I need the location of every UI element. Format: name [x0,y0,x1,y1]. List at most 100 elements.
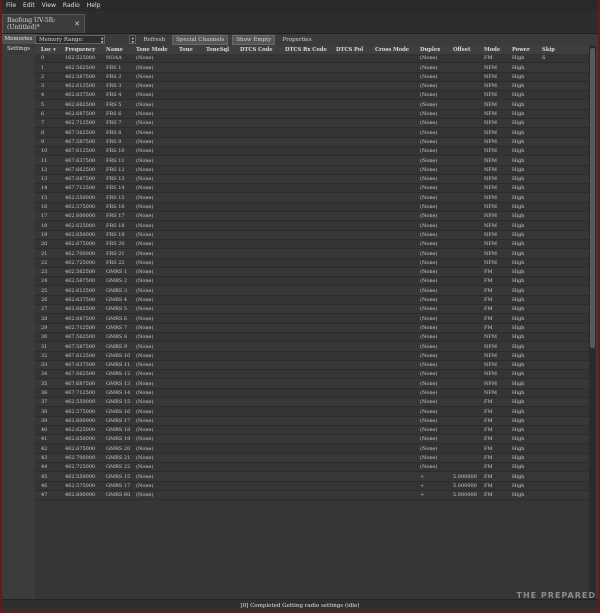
col-power-cell[interactable]: High [512,269,524,275]
table-row[interactable]: 38 462.575000 GMRS 16 (None) (None) FM High [35,407,589,417]
col-loc-cell[interactable]: 15 [41,195,47,201]
col-tone-mode-cell[interactable]: (None) [136,344,153,350]
col-mode-cell[interactable]: FM [484,418,493,424]
col-tone-mode-cell[interactable]: (None) [136,260,153,266]
menu-edit[interactable]: Edit [23,2,35,9]
col-duplex-cell[interactable]: (None) [420,111,437,117]
col-name-cell[interactable]: GMRS 6 [106,316,127,322]
col-tone-mode-cell[interactable]: (None) [136,455,153,461]
table-row[interactable]: 21 462.700000 FRS 21 (None) (None) NFM High [35,249,589,259]
close-icon[interactable]: ✕ [74,20,80,28]
col-frequency-cell[interactable]: 462.687500 [65,111,95,117]
col-offset-cell[interactable]: 5.000000 [453,474,477,480]
col-loc-cell[interactable]: 20 [41,241,47,247]
table-row[interactable]: 26 462.637500 GMRS 4 (None) (None) FM High [35,295,589,306]
col-tone-mode-cell[interactable]: (None) [136,353,153,359]
col-power-cell[interactable]: High [512,474,524,480]
vertical-scrollbar[interactable] [589,46,596,600]
col-duplex-cell[interactable]: (None) [420,74,437,80]
col-frequency-cell[interactable]: 467.562500 [65,334,95,340]
col-tone-mode-cell[interactable]: (None) [136,92,153,98]
table-row[interactable]: 8 467.562500 FRS 8 (None) (None) NFM High [35,128,589,138]
col-tone-mode-cell[interactable]: (None) [136,223,153,229]
col-tone-mode-cell[interactable]: (None) [136,483,153,489]
col-mode-cell[interactable]: FM [484,325,493,331]
col-mode-cell[interactable]: FM [484,427,493,433]
col-loc-cell[interactable]: 37 [41,399,47,405]
col-tone-mode-cell[interactable]: (None) [136,55,153,61]
col-mode-cell[interactable]: FM [484,436,493,442]
col-mode-cell[interactable]: FM [484,409,493,415]
col-frequency-cell[interactable]: 462.700000 [65,455,95,461]
col-name-cell[interactable]: GMRS 60 [106,492,130,498]
table-row[interactable]: 42 462.675000 GMRS 20 (None) (None) FM High [35,444,589,454]
col-power-cell[interactable]: High [512,390,524,396]
col-name-cell[interactable]: GMRS 17 [106,418,130,424]
table-row[interactable]: 17 462.600000 FRS 17 (None) (None) NFM High [35,212,589,222]
col-duplex-cell[interactable]: (None) [420,306,437,312]
col-duplex-cell[interactable]: + [420,474,424,480]
col-name-cell[interactable]: GMRS 11 [106,362,130,368]
col-frequency-cell[interactable]: 462.637500 [65,92,95,98]
col-name-cell[interactable]: GMRS 19 [106,436,130,442]
col-tone-mode-cell[interactable]: (None) [136,278,153,284]
col-name-cell[interactable]: GMRS 15 [106,474,130,480]
table-row[interactable]: 24 462.587500 GMRS 2 (None) (None) FM High [35,277,589,287]
col-tone-mode-cell[interactable]: (None) [136,83,153,89]
table-row[interactable]: 1 462.562500 FRS 1 (None) (None) NFM High [35,63,589,73]
col-loc-cell[interactable]: 26 [41,297,47,303]
col-power-cell[interactable]: High [512,241,524,247]
col-mode-cell[interactable]: NFM [484,130,497,136]
col-name-cell[interactable]: FRS 22 [106,260,125,266]
col-mode-cell[interactable]: NFM [484,371,497,377]
col-duplex-cell[interactable]: (None) [420,223,437,229]
col-name-cell[interactable]: GMRS 10 [106,353,130,359]
table-row[interactable]: 0 162.525000 NOAA (None) (None) FM High S [35,54,589,64]
col-name-cell[interactable]: GMRS 17 [106,483,130,489]
col-frequency-cell[interactable]: 462.550000 [65,474,95,480]
col-tone-mode-cell[interactable]: (None) [136,446,153,452]
col-name-cell[interactable]: FRS 9 [106,139,121,145]
col-duplex-cell[interactable]: (None) [420,316,437,322]
col-duplex-cell[interactable]: (None) [420,260,437,266]
col-mode-cell[interactable]: NFM [484,148,497,154]
col-mode-cell[interactable]: FM [484,55,493,61]
col-loc-cell[interactable]: 34 [41,371,47,377]
col-tone-mode-cell[interactable]: (None) [136,158,153,164]
table-row[interactable]: 16 462.575000 FRS 16 (None) (None) NFM High [35,202,589,213]
col-duplex-cell[interactable]: (None) [420,362,437,368]
col-mode-cell[interactable]: NFM [484,204,497,210]
col-loc-cell[interactable]: 6 [41,111,44,117]
col-frequency-cell[interactable]: 462.662500 [65,306,95,312]
col-frequency-cell[interactable]: 462.662500 [65,102,95,108]
col-duplex-cell[interactable]: (None) [420,371,437,377]
col-name-cell[interactable]: FRS 16 [106,204,125,210]
col-mode-cell[interactable]: FM [484,455,493,461]
col-duplex-cell[interactable]: (None) [420,344,437,350]
table-row[interactable]: 15 462.550000 FRS 15 (None) (None) NFM High [35,193,589,203]
table-row[interactable]: 40 462.625000 GMRS 18 (None) (None) FM High [35,425,589,436]
special-channels-toggle[interactable]: Special Channels [172,34,229,45]
col-loc-cell[interactable]: 12 [41,167,47,173]
col-name-cell[interactable]: GMRS 16 [106,409,130,415]
col-duplex-cell[interactable]: (None) [420,409,437,415]
col-duplex-cell[interactable]: (None) [420,65,437,71]
col-mode-cell[interactable]: FM [484,464,493,470]
col-mode-cell[interactable]: NFM [484,260,497,266]
col-frequency-cell[interactable]: 467.612500 [65,148,95,154]
col-power-cell[interactable]: High [512,176,524,182]
col-frequency-cell[interactable]: 462.612500 [65,83,95,89]
table-row[interactable]: 23 462.562500 GMRS 1 (None) (None) FM High [35,267,589,278]
table-row[interactable]: 12 467.662500 FRS 12 (None) (None) NFM High [35,165,589,175]
col-duplex-cell[interactable]: (None) [420,167,437,173]
col-mode-cell[interactable]: FM [484,316,493,322]
memory-range-end-spinner[interactable]: ▲ ▼ [129,35,137,44]
col-mode-cell[interactable]: NFM [484,111,497,117]
tab-memories[interactable]: Memories [2,34,35,44]
menu-file[interactable]: File [6,2,16,9]
col-mode-cell[interactable]: NFM [484,83,497,89]
col-loc-cell[interactable]: 17 [41,213,47,219]
table-row[interactable]: 32 467.612500 GMRS 10 (None) (None) NFM High [35,351,589,361]
col-name-cell[interactable]: GMRS 14 [106,390,130,396]
col-mode-cell[interactable]: NFM [484,381,497,387]
